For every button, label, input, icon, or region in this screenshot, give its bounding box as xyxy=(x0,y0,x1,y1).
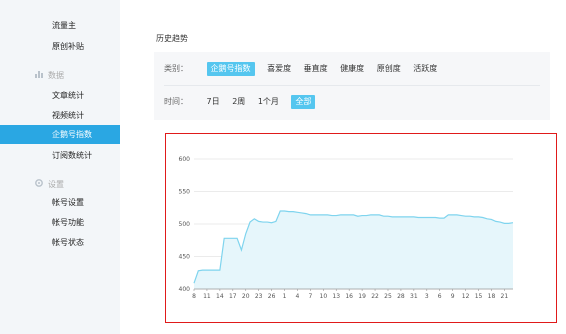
x-tick-label: 13 xyxy=(332,293,340,300)
category-chip-verticality[interactable]: 垂直度 xyxy=(304,62,328,76)
y-tick-label: 500 xyxy=(179,221,191,228)
category-label: 类别： xyxy=(164,64,188,73)
y-tick-label: 400 xyxy=(179,286,191,293)
x-tick-label: 12 xyxy=(462,293,470,300)
x-tick-label: 18 xyxy=(488,293,496,300)
time-chip-all[interactable]: 全部 xyxy=(291,95,316,109)
sidebar-item-account-settings[interactable]: 帐号设置 xyxy=(0,193,120,212)
x-tick-label: 22 xyxy=(371,293,379,300)
sidebar-item-original-subsidy[interactable]: 原创补贴 xyxy=(0,37,120,56)
category-chip-originality[interactable]: 原创度 xyxy=(377,62,401,76)
x-tick-label: 21 xyxy=(501,293,509,300)
category-chip-activity[interactable]: 活跃度 xyxy=(413,62,437,76)
x-tick-label: 4 xyxy=(296,293,300,300)
x-tick-label: 17 xyxy=(229,293,237,300)
category-chip-health[interactable]: 健康度 xyxy=(340,62,364,76)
x-tick-label: 10 xyxy=(320,293,328,300)
x-tick-label: 20 xyxy=(242,293,250,300)
time-label: 时间： xyxy=(164,97,188,106)
x-tick-label: 6 xyxy=(438,293,442,300)
y-tick-label: 550 xyxy=(179,189,191,196)
x-tick-label: 1 xyxy=(283,293,287,300)
sidebar-item-account-status[interactable]: 帐号状态 xyxy=(0,233,120,252)
x-tick-label: 14 xyxy=(216,293,224,300)
filter-divider xyxy=(164,85,540,86)
x-tick-label: 15 xyxy=(475,293,483,300)
y-tick-label: 450 xyxy=(179,254,191,261)
sidebar-item-article-stats[interactable]: 文章统计 xyxy=(0,86,120,105)
sidebar: 流量主 原创补贴 数据 文章统计 视频统计 企鹅号指数 订阅数统计 设置 帐号设… xyxy=(0,0,120,334)
time-chip-2w[interactable]: 2周 xyxy=(232,95,245,109)
trend-chart-svg: 4004505005506008 11 14 17 20 23 26 1 4 7 10 13 16 19 2… xyxy=(179,156,514,300)
x-tick-label: 3 xyxy=(425,293,429,300)
filter-panel: 类别： 企鹅号指数 喜爱度 垂直度 健康度 原创度 活跃度 时间： 7日 2周 … xyxy=(154,52,550,120)
x-tick-label: 7 xyxy=(308,293,312,300)
sidebar-item-penguin-index[interactable]: 企鹅号指数 xyxy=(0,125,120,144)
sidebar-item-account-functions[interactable]: 帐号功能 xyxy=(0,213,120,232)
x-tick-label: 8 xyxy=(192,293,196,300)
sidebar-item-subscription-stats[interactable]: 订阅数统计 xyxy=(0,146,120,165)
sidebar-section-label: 设置 xyxy=(48,180,64,189)
x-tick-label: 28 xyxy=(397,293,405,300)
sidebar-item-video-stats[interactable]: 视频统计 xyxy=(0,106,120,125)
time-chip-1m[interactable]: 1个月 xyxy=(258,95,279,109)
time-chip-7d[interactable]: 7日 xyxy=(207,95,220,109)
sidebar-section-data: 数据 xyxy=(34,69,64,83)
sidebar-section-settings: 设置 xyxy=(34,178,64,192)
gear-icon xyxy=(34,178,44,188)
x-tick-label: 26 xyxy=(268,293,276,300)
page-title: 历史趋势 xyxy=(156,34,188,43)
x-tick-label: 19 xyxy=(358,293,366,300)
x-tick-label: 31 xyxy=(410,293,418,300)
time-filter-row: 时间： 7日 2周 1个月 全部 xyxy=(164,95,325,109)
category-chip-penguin-index[interactable]: 企鹅号指数 xyxy=(206,62,255,76)
category-filter-row: 类别： 企鹅号指数 喜爱度 垂直度 健康度 原创度 活跃度 xyxy=(164,62,447,76)
y-tick-label: 600 xyxy=(179,156,191,163)
bar-chart-icon xyxy=(34,69,44,79)
x-tick-label: 23 xyxy=(255,293,263,300)
category-chip-likability[interactable]: 喜爱度 xyxy=(267,62,291,76)
x-tick-label: 25 xyxy=(384,293,392,300)
x-tick-label: 11 xyxy=(203,293,211,300)
sidebar-section-label: 数据 xyxy=(48,71,64,80)
sidebar-item-traffic-owner[interactable]: 流量主 xyxy=(0,16,120,35)
x-tick-label: 16 xyxy=(345,293,353,300)
trend-chart: 400 450 500 550 600 8 11 14 17 20 23 26 1 4 7 10 13 16 19 2… xyxy=(165,133,557,323)
x-tick-label: 9 xyxy=(451,293,455,300)
